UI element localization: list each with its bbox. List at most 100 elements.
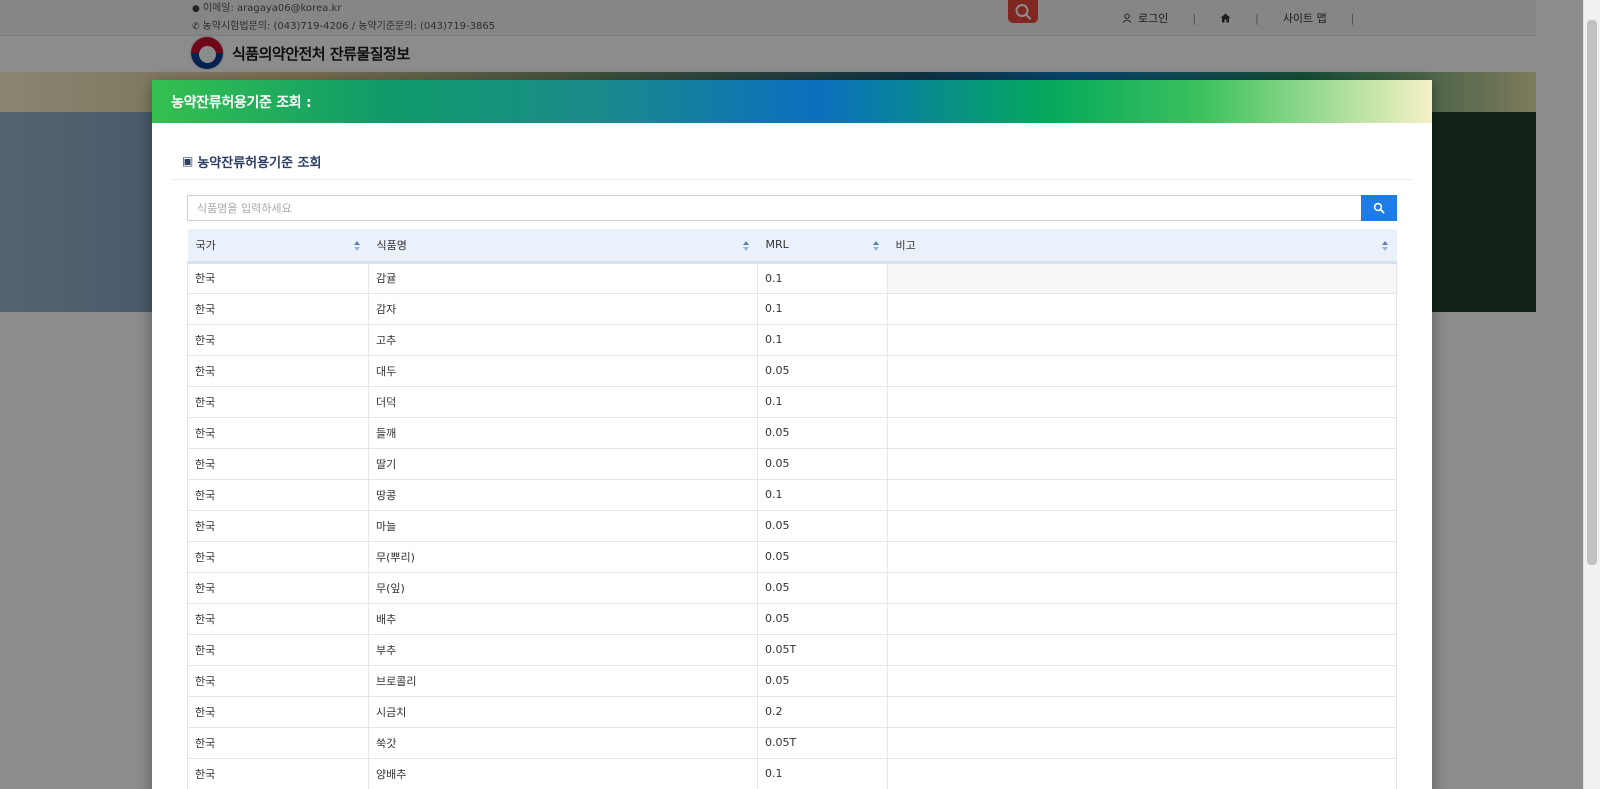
cell-country: 한국 bbox=[187, 695, 369, 728]
table-row[interactable]: 한국 고추 0.1 bbox=[187, 323, 1397, 356]
cell-mrl: 0.05 bbox=[757, 571, 888, 604]
cell-mrl: 0.05T bbox=[757, 633, 888, 666]
cell-country: 한국 bbox=[187, 261, 369, 294]
cell-food: 시금치 bbox=[368, 695, 758, 728]
cell-food: 양배추 bbox=[368, 757, 758, 789]
page-scrollbar-thumb[interactable] bbox=[1587, 20, 1597, 565]
section-divider bbox=[172, 179, 1412, 180]
mrl-lookup-modal: 농약잔류허용기준 조회 : ▣ 농약잔류허용기준 조회 식품명을 입력하세요 국… bbox=[152, 80, 1432, 789]
cell-food: 더덕 bbox=[368, 385, 758, 418]
cell-note bbox=[887, 385, 1397, 418]
cell-food: 무(잎) bbox=[368, 571, 758, 604]
cell-food: 감귤 bbox=[368, 261, 758, 294]
cell-country: 한국 bbox=[187, 571, 369, 604]
cell-mrl: 0.05 bbox=[757, 602, 888, 635]
cell-food: 감자 bbox=[368, 292, 758, 325]
sort-icon[interactable] bbox=[872, 240, 880, 252]
cell-food: 브로콜리 bbox=[368, 664, 758, 697]
cell-note bbox=[887, 447, 1397, 480]
cell-mrl: 0.1 bbox=[757, 323, 888, 356]
column-header-label: 비고 bbox=[895, 238, 916, 252]
cell-food: 부추 bbox=[368, 633, 758, 666]
cell-note bbox=[887, 633, 1397, 666]
food-search-input[interactable] bbox=[187, 195, 1361, 221]
page-scrollbar[interactable] bbox=[1583, 0, 1600, 789]
cell-mrl: 0.05 bbox=[757, 354, 888, 387]
cell-country: 한국 bbox=[187, 354, 369, 387]
table-row[interactable]: 한국 시금치 0.2 bbox=[187, 695, 1397, 728]
table-row[interactable]: 한국 감자 0.1 bbox=[187, 292, 1397, 325]
table-row[interactable]: 한국 더덕 0.1 bbox=[187, 385, 1397, 418]
cell-food: 들깨 bbox=[368, 416, 758, 449]
table-row[interactable]: 한국 배추 0.05 bbox=[187, 602, 1397, 635]
cell-note bbox=[887, 292, 1397, 325]
cell-note bbox=[887, 757, 1397, 789]
table-header-row: 국가 식품명 MRL 비고 bbox=[187, 229, 1397, 264]
cell-mrl: 0.1 bbox=[757, 757, 888, 789]
table-row[interactable]: 한국 무(뿌리) 0.05 bbox=[187, 540, 1397, 573]
section-title-text: 농약잔류허용기준 조회 bbox=[197, 155, 322, 171]
cell-note bbox=[887, 726, 1397, 759]
cell-note bbox=[887, 323, 1397, 356]
cell-country: 한국 bbox=[187, 602, 369, 635]
cell-note bbox=[887, 509, 1397, 542]
cell-food: 무(뿌리) bbox=[368, 540, 758, 573]
cell-food: 마늘 bbox=[368, 509, 758, 542]
cell-country: 한국 bbox=[187, 323, 369, 356]
cell-mrl: 0.1 bbox=[757, 292, 888, 325]
cell-note bbox=[887, 416, 1397, 449]
cell-mrl: 0.05 bbox=[757, 416, 888, 449]
cell-food: 배추 bbox=[368, 602, 758, 635]
column-header-label: 국가 bbox=[195, 238, 216, 252]
sort-icon[interactable] bbox=[1381, 240, 1389, 252]
column-header-mrl[interactable]: MRL bbox=[757, 229, 888, 264]
column-header-label: 식품명 bbox=[376, 238, 407, 252]
mrl-table: 국가 식품명 MRL 비고 한국 감귤 0.1 한국 감자 0.1 한국 고추 … bbox=[187, 229, 1397, 789]
cell-mrl: 0.1 bbox=[757, 385, 888, 418]
table-row[interactable]: 한국 딸기 0.05 bbox=[187, 447, 1397, 480]
cell-note bbox=[887, 664, 1397, 697]
cell-mrl: 0.05 bbox=[757, 540, 888, 573]
cell-mrl: 0.05 bbox=[757, 447, 888, 480]
column-header-food[interactable]: 식품명 bbox=[368, 229, 758, 264]
column-header-note[interactable]: 비고 bbox=[887, 229, 1397, 264]
square-icon: ▣ bbox=[182, 154, 194, 168]
cell-mrl: 0.1 bbox=[757, 261, 888, 294]
table-row[interactable]: 한국 쑥갓 0.05T bbox=[187, 726, 1397, 759]
cell-country: 한국 bbox=[187, 416, 369, 449]
section-title: ▣ 농약잔류허용기준 조회 bbox=[172, 152, 1412, 171]
cell-country: 한국 bbox=[187, 726, 369, 759]
cell-country: 한국 bbox=[187, 509, 369, 542]
table-row[interactable]: 한국 감귤 0.1 bbox=[187, 261, 1397, 294]
sort-icon[interactable] bbox=[353, 240, 361, 252]
table-row[interactable]: 한국 들깨 0.05 bbox=[187, 416, 1397, 449]
cell-note bbox=[887, 540, 1397, 573]
table-row[interactable]: 한국 대두 0.05 bbox=[187, 354, 1397, 387]
modal-header: 농약잔류허용기준 조회 : bbox=[152, 80, 1432, 123]
cell-country: 한국 bbox=[187, 757, 369, 789]
search-submit-button[interactable] bbox=[1361, 195, 1397, 221]
table-row[interactable]: 한국 무(잎) 0.05 bbox=[187, 571, 1397, 604]
cell-food: 쑥갓 bbox=[368, 726, 758, 759]
cell-note bbox=[887, 478, 1397, 511]
cell-country: 한국 bbox=[187, 540, 369, 573]
search-row bbox=[187, 195, 1397, 221]
cell-food: 대두 bbox=[368, 354, 758, 387]
sort-icon[interactable] bbox=[742, 240, 750, 252]
cell-food: 땅콩 bbox=[368, 478, 758, 511]
table-row[interactable]: 한국 부추 0.05T bbox=[187, 633, 1397, 666]
column-header-label: MRL bbox=[765, 238, 789, 252]
cell-country: 한국 bbox=[187, 664, 369, 697]
modal-title: 농약잔류허용기준 조회 : bbox=[171, 94, 312, 111]
cell-note bbox=[887, 695, 1397, 728]
table-row[interactable]: 한국 땅콩 0.1 bbox=[187, 478, 1397, 511]
column-header-country[interactable]: 국가 bbox=[187, 229, 369, 264]
modal-body: ▣ 농약잔류허용기준 조회 국가 bbox=[152, 152, 1432, 789]
table-row[interactable]: 한국 양배추 0.1 bbox=[187, 757, 1397, 789]
table-row[interactable]: 한국 브로콜리 0.05 bbox=[187, 664, 1397, 697]
cell-note bbox=[887, 602, 1397, 635]
cell-country: 한국 bbox=[187, 478, 369, 511]
cell-mrl: 0.05 bbox=[757, 509, 888, 542]
table-row[interactable]: 한국 마늘 0.05 bbox=[187, 509, 1397, 542]
cell-country: 한국 bbox=[187, 385, 369, 418]
